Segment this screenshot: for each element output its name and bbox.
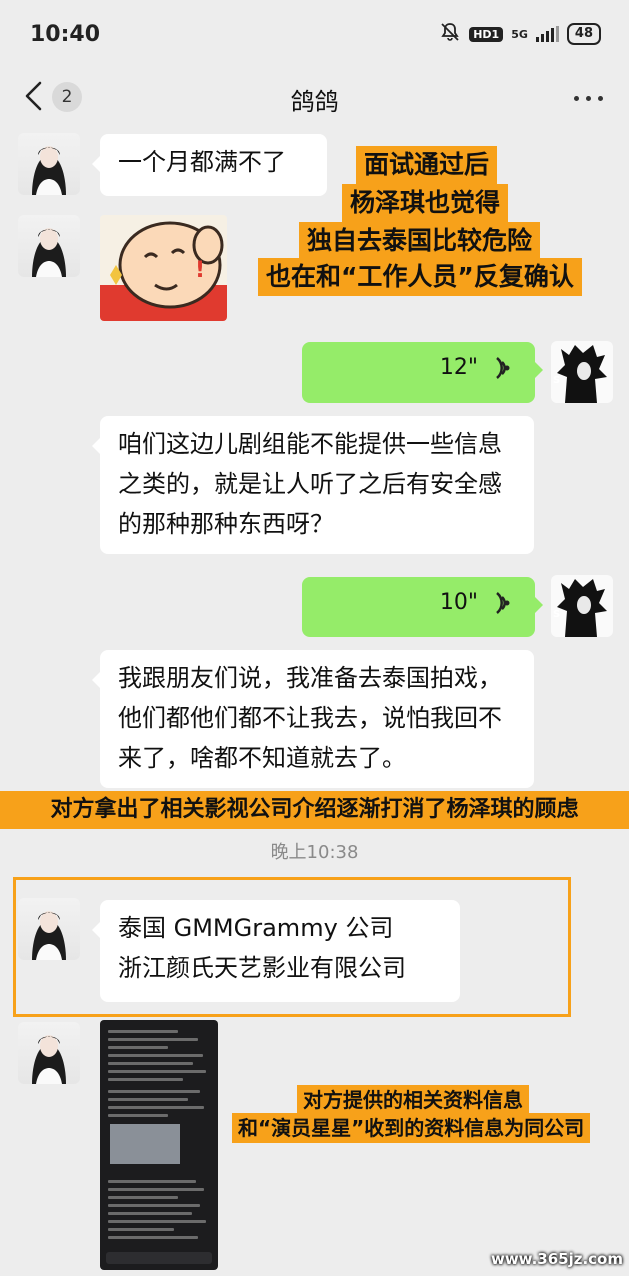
cartoon-sticker-icon: !: [100, 221, 227, 321]
svg-text:S: S: [553, 375, 560, 386]
photo-thumbnail: [110, 1124, 180, 1164]
my-avatar[interactable]: S: [551, 575, 613, 637]
svg-text:S: S: [553, 609, 560, 620]
message-bubble[interactable]: 一个月都满不了: [92, 134, 327, 196]
voice-message[interactable]: 12": [302, 342, 543, 403]
message-bubble[interactable]: 咱们这边儿剧组能不能提供一些信息之类的，就是让人听了之后有安全感的那种那种东西呀…: [92, 416, 534, 554]
voice-wave-icon: [496, 592, 510, 614]
contact-avatar[interactable]: [18, 898, 80, 960]
contact-avatar[interactable]: [18, 215, 80, 277]
chat-timestamp: 晚上10:38: [270, 842, 359, 863]
contact-avatar[interactable]: [18, 133, 80, 195]
dark-figure-icon: S: [553, 579, 607, 637]
annotation-line: 面试通过后: [356, 146, 498, 184]
network-label: 5G: [511, 27, 528, 41]
annotation-line: 杨泽琪也觉得: [342, 184, 509, 222]
message-bubble[interactable]: 我跟朋友们说，我准备去泰国拍戏，他们都他们都不让我去，说怕我回不来了，啥都不知道…: [92, 650, 534, 788]
dark-figure-icon: S: [553, 345, 607, 403]
hd-badge: HD1: [469, 26, 504, 42]
annotation-line: 也在和“工作人员”反复确认: [258, 258, 582, 296]
message-bubble[interactable]: 泰国 GMMGrammy 公司 浙江颜氏天艺影业有限公司: [92, 900, 460, 1002]
status-time: 10:40: [30, 22, 101, 47]
girl-portrait-icon: [32, 228, 66, 277]
annotation-banner: 对方拿出了相关影视公司介绍逐渐打消了杨泽琪的顾虑: [0, 791, 629, 829]
girl-portrait-icon: [32, 146, 66, 195]
mute-icon: [439, 22, 461, 46]
more-options-button[interactable]: [574, 96, 603, 101]
girl-portrait-icon: [32, 1035, 66, 1084]
annotation-line: 对方提供的相关资料信息: [297, 1085, 529, 1115]
watermark-text: www.365jz.com: [490, 1250, 623, 1268]
voice-duration: 12": [439, 355, 478, 380]
my-avatar[interactable]: S: [551, 341, 613, 403]
voice-wave-icon: [496, 357, 510, 379]
voice-message[interactable]: 10": [302, 577, 543, 637]
contact-avatar[interactable]: [18, 1022, 80, 1084]
company-line: 泰国 GMMGrammy 公司: [118, 914, 394, 942]
company-line: 浙江颜氏天艺影业有限公司: [118, 954, 406, 982]
battery-indicator: 48: [566, 23, 601, 45]
screenshot-image[interactable]: [100, 1020, 218, 1270]
annotation-line: 独自去泰国比较危险: [299, 222, 541, 260]
status-icons: HD1 5G 48: [439, 22, 601, 46]
annotation-line: 和“演员星星”收到的资料信息为同公司: [232, 1113, 591, 1143]
girl-portrait-icon: [32, 911, 66, 960]
signal-icon: [535, 26, 559, 42]
svg-text:!: !: [195, 258, 205, 283]
sticker-image[interactable]: !: [100, 215, 227, 321]
voice-duration: 10": [439, 590, 478, 615]
chat-title: 鸽鸽: [290, 88, 339, 116]
